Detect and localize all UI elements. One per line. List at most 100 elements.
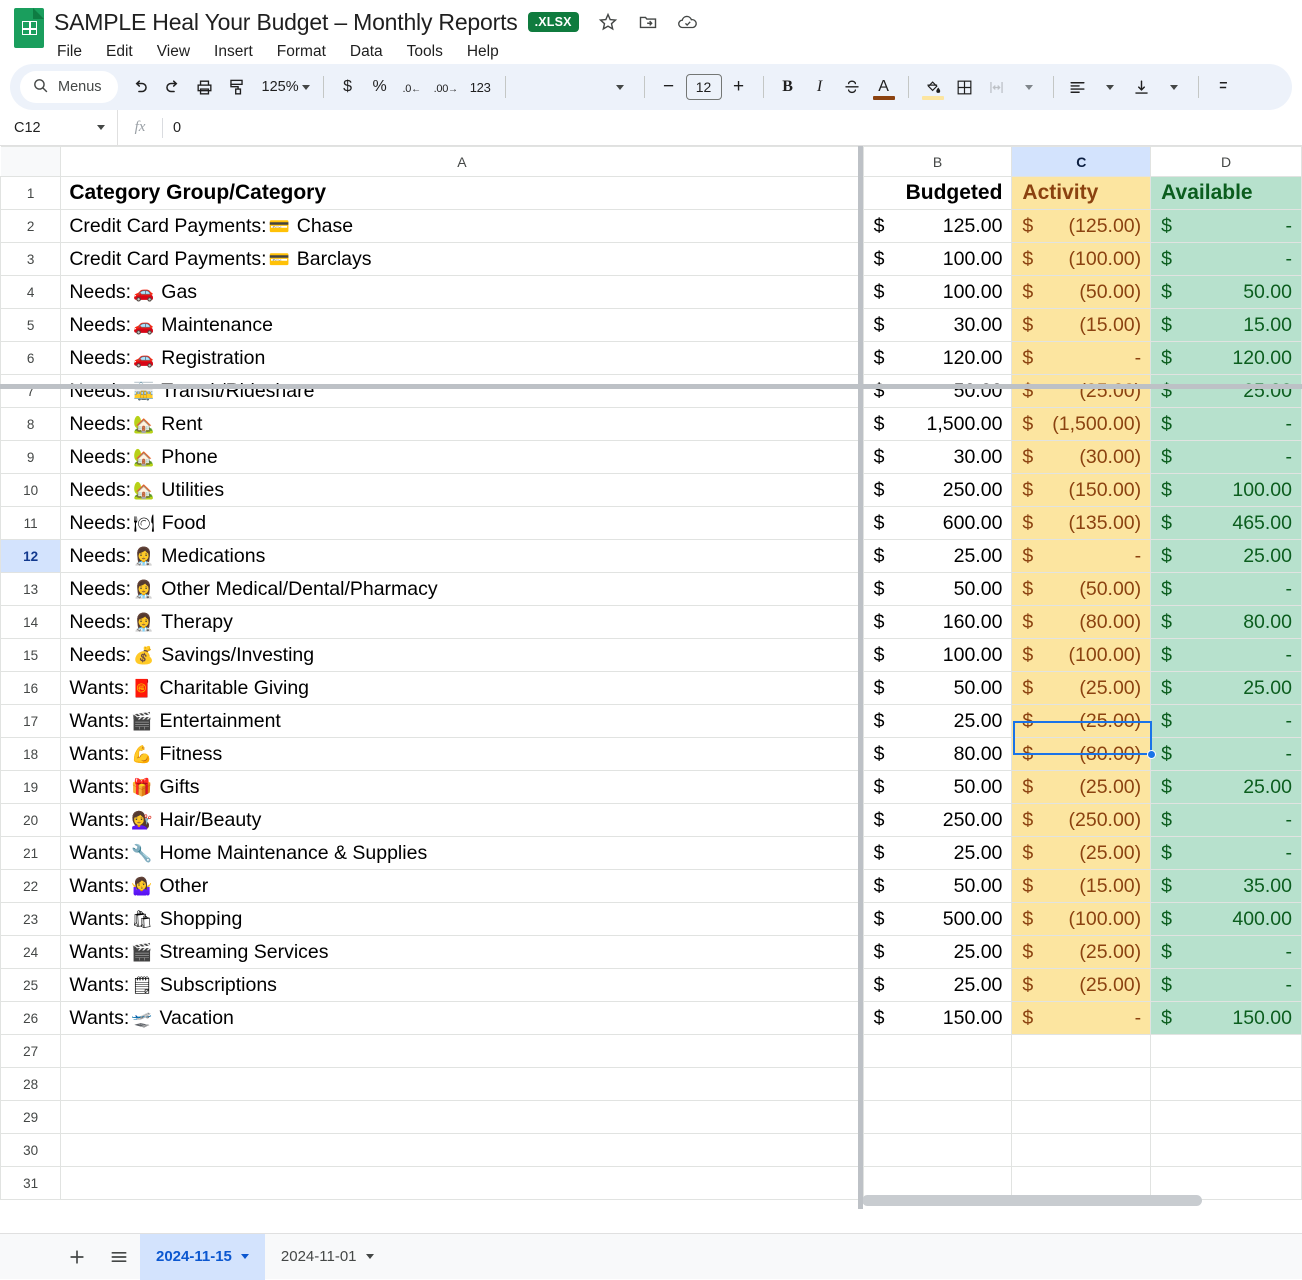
row-header-4[interactable]: 4 <box>1 276 61 309</box>
cell-b22[interactable]: $50.00 <box>863 870 1012 903</box>
row-header-26[interactable]: 26 <box>1 1002 61 1035</box>
cell-c4[interactable]: $(50.00) <box>1012 276 1151 309</box>
cell-c17[interactable]: $(25.00) <box>1012 705 1151 738</box>
row-header-1[interactable]: 1 <box>1 177 61 210</box>
cell-a5[interactable]: Needs:🚗Maintenance <box>61 309 863 342</box>
cell-c1[interactable]: Activity <box>1012 177 1151 210</box>
cell-b24[interactable]: $25.00 <box>863 936 1012 969</box>
cell-a23[interactable]: Wants:🛍Shopping <box>61 903 863 936</box>
cloud-saved-icon[interactable] <box>677 11 699 33</box>
cell-a15[interactable]: Needs:💰Savings/Investing <box>61 639 863 672</box>
row-header-11[interactable]: 11 <box>1 507 61 540</box>
menu-item-edit[interactable]: Edit <box>105 41 134 63</box>
cell-b4[interactable]: $100.00 <box>863 276 1012 309</box>
row-header-5[interactable]: 5 <box>1 309 61 342</box>
add-sheet-button[interactable] <box>56 1236 98 1278</box>
cell-b27[interactable] <box>863 1035 1012 1068</box>
cell-d28[interactable] <box>1151 1068 1302 1101</box>
cell-b13[interactable]: $50.00 <box>863 573 1012 606</box>
cell-b1[interactable]: Budgeted <box>863 177 1012 210</box>
cell-b8[interactable]: $1,500.00 <box>863 408 1012 441</box>
cell-c19[interactable]: $(25.00) <box>1012 771 1151 804</box>
cell-d15[interactable]: $- <box>1151 639 1302 672</box>
italic-button[interactable]: I <box>805 72 835 102</box>
font-size-input[interactable]: 12 <box>686 74 722 100</box>
row-header-13[interactable]: 13 <box>1 573 61 606</box>
row-header-21[interactable]: 21 <box>1 837 61 870</box>
menu-item-data[interactable]: Data <box>349 41 384 63</box>
cell-c12[interactable]: $- <box>1012 540 1151 573</box>
cell-b11[interactable]: $600.00 <box>863 507 1012 540</box>
row-header-31[interactable]: 31 <box>1 1167 61 1200</box>
row-header-10[interactable]: 10 <box>1 474 61 507</box>
cell-c5[interactable]: $(15.00) <box>1012 309 1151 342</box>
cell-b2[interactable]: $125.00 <box>863 210 1012 243</box>
percent-format-button[interactable]: % <box>365 72 395 102</box>
cell-c26[interactable]: $- <box>1012 1002 1151 1035</box>
menu-item-format[interactable]: Format <box>276 41 327 63</box>
menu-item-insert[interactable]: Insert <box>213 41 254 63</box>
move-to-folder-icon[interactable] <box>637 11 659 33</box>
merge-cells-button[interactable] <box>982 72 1012 102</box>
row-header-7[interactable]: 7 <box>1 375 61 408</box>
horizontal-align-dropdown[interactable] <box>1095 72 1125 102</box>
row-header-12[interactable]: 12 <box>1 540 61 573</box>
cell-c10[interactable]: $(150.00) <box>1012 474 1151 507</box>
vertical-align-dropdown[interactable] <box>1159 72 1189 102</box>
cell-a13[interactable]: Needs:👩‍⚕️Other Medical/Dental/Pharmacy <box>61 573 863 606</box>
cell-d13[interactable]: $- <box>1151 573 1302 606</box>
row-header-9[interactable]: 9 <box>1 441 61 474</box>
cell-b12[interactable]: $25.00 <box>863 540 1012 573</box>
cell-c20[interactable]: $(250.00) <box>1012 804 1151 837</box>
cell-d21[interactable]: $- <box>1151 837 1302 870</box>
cell-b16[interactable]: $50.00 <box>863 672 1012 705</box>
row-header-29[interactable]: 29 <box>1 1101 61 1134</box>
cell-a2[interactable]: Credit Card Payments:💳Chase <box>61 210 863 243</box>
cell-a7[interactable]: Needs:🚋Transit/Rideshare <box>61 375 863 408</box>
cell-a1[interactable]: Category Group/Category <box>61 177 863 210</box>
cell-a22[interactable]: Wants:🤷‍♀️Other <box>61 870 863 903</box>
cell-c8[interactable]: $(1,500.00) <box>1012 408 1151 441</box>
chevron-down-icon[interactable] <box>366 1254 374 1259</box>
cell-b18[interactable]: $80.00 <box>863 738 1012 771</box>
cell-a19[interactable]: Wants:🎁Gifts <box>61 771 863 804</box>
paint-format-button[interactable] <box>222 72 252 102</box>
cell-a11[interactable]: Needs:🍽Food <box>61 507 863 540</box>
vertical-align-button[interactable] <box>1127 72 1157 102</box>
sheet-tab-2024-11-15[interactable]: 2024-11-15 <box>140 1234 265 1280</box>
all-sheets-button[interactable] <box>98 1236 140 1278</box>
cell-c24[interactable]: $(25.00) <box>1012 936 1151 969</box>
cell-c14[interactable]: $(80.00) <box>1012 606 1151 639</box>
cell-c13[interactable]: $(50.00) <box>1012 573 1151 606</box>
fill-color-button[interactable] <box>918 72 948 102</box>
cell-c25[interactable]: $(25.00) <box>1012 969 1151 1002</box>
column-header-b[interactable]: B <box>863 147 1012 177</box>
cell-a17[interactable]: Wants:🎬Entertainment <box>61 705 863 738</box>
row-header-28[interactable]: 28 <box>1 1068 61 1101</box>
cell-c3[interactable]: $(100.00) <box>1012 243 1151 276</box>
cell-b19[interactable]: $50.00 <box>863 771 1012 804</box>
cell-a3[interactable]: Credit Card Payments:💳Barclays <box>61 243 863 276</box>
text-wrapping-button[interactable] <box>1208 72 1238 102</box>
cell-b17[interactable]: $25.00 <box>863 705 1012 738</box>
menus-search-button[interactable]: Menus <box>20 71 118 103</box>
cell-d17[interactable]: $- <box>1151 705 1302 738</box>
cell-d9[interactable]: $- <box>1151 441 1302 474</box>
borders-button[interactable] <box>950 72 980 102</box>
menu-item-view[interactable]: View <box>156 41 191 63</box>
cell-c22[interactable]: $(15.00) <box>1012 870 1151 903</box>
cell-d4[interactable]: $50.00 <box>1151 276 1302 309</box>
cell-b14[interactable]: $160.00 <box>863 606 1012 639</box>
spreadsheet-grid[interactable]: A B C D 1 Category Group/Category Budget… <box>0 146 1302 1209</box>
print-button[interactable] <box>190 72 220 102</box>
sheet-tab-2024-11-01[interactable]: 2024-11-01 <box>265 1234 390 1280</box>
cell-c18[interactable]: $(80.00) <box>1012 738 1151 771</box>
menu-item-help[interactable]: Help <box>466 41 500 63</box>
cell-d22[interactable]: $35.00 <box>1151 870 1302 903</box>
cell-d30[interactable] <box>1151 1134 1302 1167</box>
cell-b6[interactable]: $120.00 <box>863 342 1012 375</box>
cell-d24[interactable]: $- <box>1151 936 1302 969</box>
cell-d20[interactable]: $- <box>1151 804 1302 837</box>
column-header-d[interactable]: D <box>1151 147 1302 177</box>
row-header-20[interactable]: 20 <box>1 804 61 837</box>
